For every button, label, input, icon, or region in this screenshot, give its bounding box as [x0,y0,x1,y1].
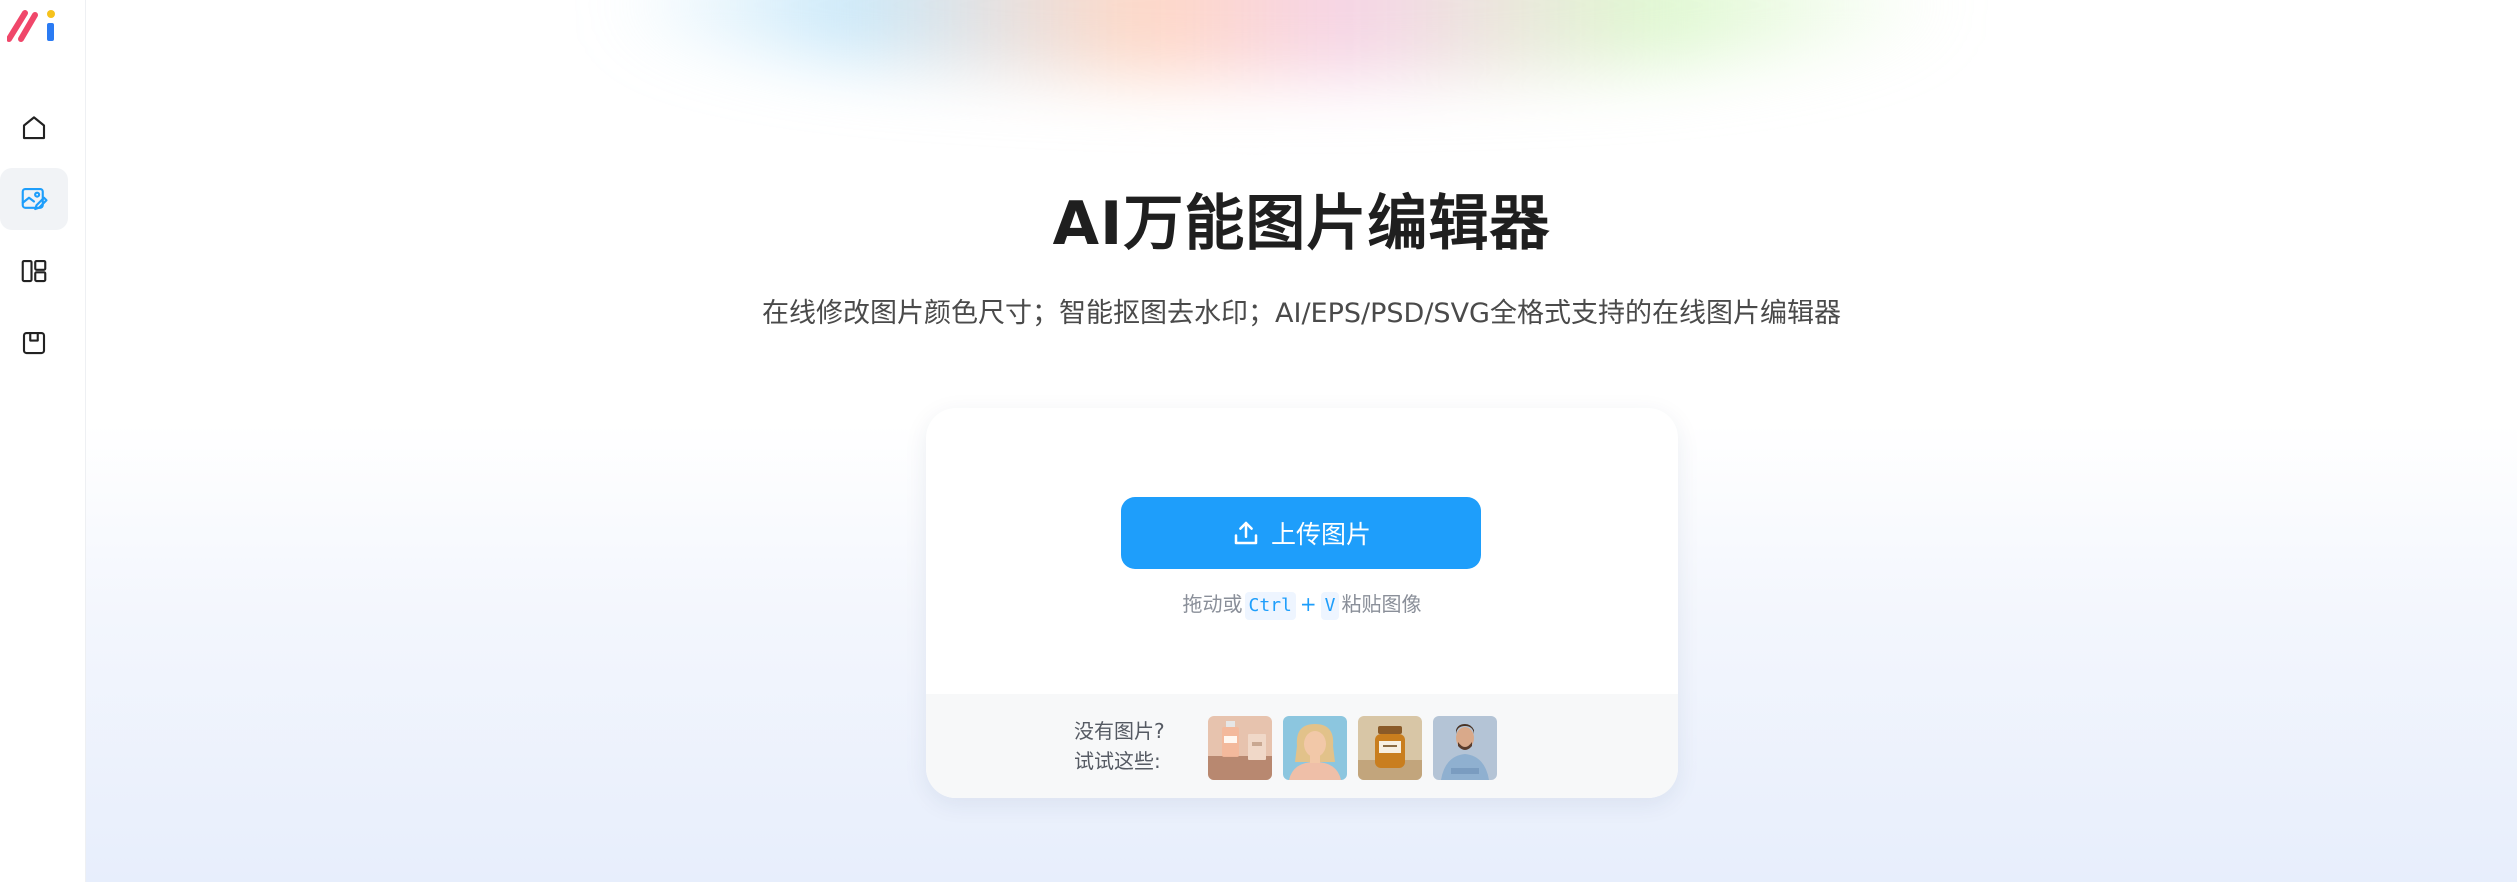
man-portrait-thumbnail [1433,716,1497,780]
upload-icon [1234,521,1258,545]
key-v: V [1320,592,1340,620]
sample-thumb-perfume[interactable] [1208,716,1272,780]
hint-prefix: 拖动或 [1182,592,1243,616]
app-logo[interactable] [7,5,59,45]
sidebar [0,0,86,882]
honey-jar-thumbnail [1358,716,1422,780]
layout-icon [21,259,47,283]
home-icon [22,116,46,140]
sidebar-item-saved[interactable] [0,312,68,374]
sidebar-item-templates[interactable] [0,240,68,302]
paste-hint: 拖动或 Ctrl + V 粘贴图像 [926,590,1678,620]
app: AI万能图片编辑器 在线修改图片颜色尺寸；智能抠图去水印；AI/EPS/PSD/… [0,0,2517,882]
sample-thumb-jar[interactable] [1358,716,1422,780]
sample-thumb-woman[interactable] [1283,716,1347,780]
decorative-gradient [606,0,1956,80]
main-content: AI万能图片编辑器 在线修改图片颜色尺寸；智能抠图去水印；AI/EPS/PSD/… [86,0,2517,882]
upload-image-button[interactable]: 上传图片 [1121,497,1481,569]
hint-suffix: 粘贴图像 [1341,592,1422,616]
sidebar-item-image-editor[interactable] [0,168,68,230]
sidebar-item-home[interactable] [0,97,68,159]
image-edit-icon [21,187,48,211]
key-plus: + [1299,592,1317,616]
page-title: AI万能图片编辑器 [1052,189,1551,259]
samples-label-line2: 试试这些: [1074,749,1161,773]
page-subtitle: 在线修改图片颜色尺寸；智能抠图去水印；AI/EPS/PSD/SVG全格式支持的在… [762,298,1841,329]
samples-label: 没有图片? 试试这些: [1074,716,1165,776]
sample-thumb-man[interactable] [1433,716,1497,780]
sample-images-bar: 没有图片? 试试这些: [926,694,1678,798]
key-ctrl: Ctrl [1244,592,1296,620]
upload-card[interactable]: 上传图片 拖动或 Ctrl + V 粘贴图像 没有图片? 试试这些: [926,408,1678,798]
upload-button-label: 上传图片 [1270,520,1371,549]
save-icon [22,331,46,355]
perfume-bottle-thumbnail [1208,716,1272,780]
woman-portrait-thumbnail [1283,716,1347,780]
samples-label-line1: 没有图片? [1074,719,1165,743]
